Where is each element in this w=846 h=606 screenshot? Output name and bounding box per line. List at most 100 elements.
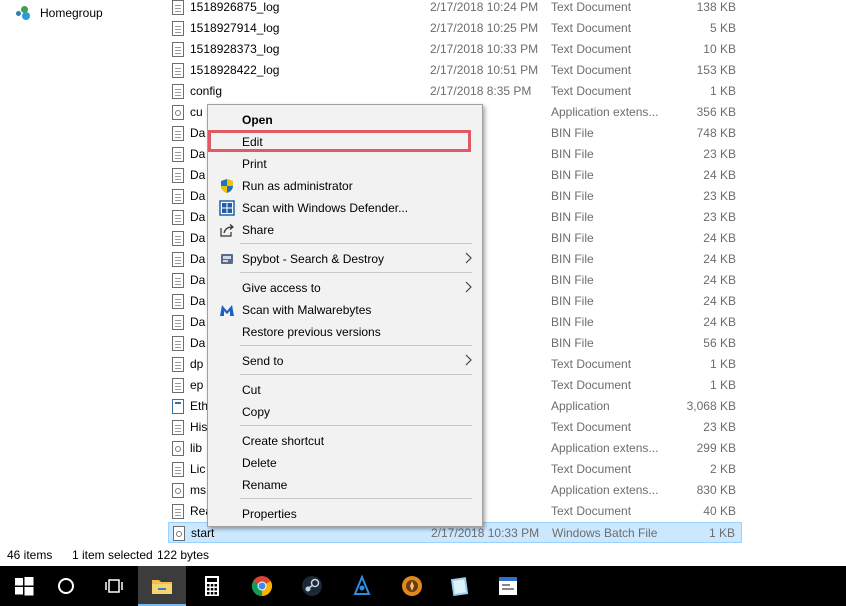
file-size: 2 KB (709, 462, 736, 476)
file-type: BIN File (551, 168, 594, 182)
file-type: BIN File (551, 147, 594, 161)
file-size: 24 KB (703, 315, 736, 329)
menu-item-send-to[interactable]: Send to (210, 350, 480, 371)
file-type: Text Document (551, 462, 632, 476)
file-size: 3,068 KB (686, 399, 736, 413)
menu-item-label: Give access to (242, 281, 321, 295)
chevron-right-icon (464, 251, 474, 265)
taskbar-app-blue[interactable] (338, 566, 386, 606)
menu-item-label: Open (242, 113, 273, 127)
menu-item-run-as-administrator[interactable]: Run as administrator (210, 175, 480, 196)
menu-item-print[interactable]: Print (210, 153, 480, 174)
menu-item-copy[interactable]: Copy (210, 401, 480, 422)
file-date: 2/17/2018 10:33 PM (430, 42, 539, 56)
menu-item-give-access[interactable]: Give access to (210, 277, 480, 298)
file-name: 1518928373_log (190, 42, 280, 56)
file-row[interactable]: 1518926875_log 2/17/2018 10:24 PM Text Doc… (168, 0, 742, 18)
file-icon (172, 189, 184, 204)
menu-item-restore-versions[interactable]: Restore previous versions (210, 321, 480, 342)
text-file-icon (172, 420, 184, 435)
app-icon (172, 399, 184, 414)
file-name: start (191, 526, 215, 540)
taskbar-app-window[interactable] (484, 566, 532, 606)
taskbar-file-explorer[interactable] (138, 566, 186, 606)
file-type: BIN File (551, 231, 594, 245)
file-row[interactable]: 1518927914_log 2/17/2018 10:25 PM Text Doc… (168, 18, 742, 39)
file-size: 24 KB (703, 294, 736, 308)
menu-item-delete[interactable]: Delete (210, 452, 480, 473)
menu-separator (240, 374, 472, 375)
file-icon (172, 252, 184, 267)
file-row[interactable]: config 2/17/2018 8:35 PM Text Document 1 KB (168, 81, 742, 102)
file-row[interactable]: 1518928422_log 2/17/2018 10:51 PM Text Doc… (168, 60, 742, 81)
menu-item-share[interactable]: Share (210, 219, 480, 240)
text-file-icon (172, 84, 184, 99)
taskbar (0, 566, 846, 606)
folder-icon (152, 580, 172, 594)
nav-item-homegroup[interactable]: Homegroup (16, 4, 103, 22)
menu-item-label: Delete (242, 456, 277, 470)
file-icon (172, 231, 184, 246)
file-name: 1518927914_log (190, 21, 280, 35)
file-size: 1 KB (709, 357, 736, 371)
menu-item-scan-malwarebytes[interactable]: Scan with Malwarebytes (210, 299, 480, 320)
file-name: cu (190, 105, 203, 119)
status-selected-count: 1 item selected (72, 548, 153, 562)
file-size: 830 KB (696, 483, 736, 497)
menu-separator (240, 272, 472, 273)
file-date: 2/17/2018 10:25 PM (430, 21, 539, 35)
file-type: Text Document (551, 378, 632, 392)
menu-item-properties[interactable]: Properties (210, 503, 480, 524)
file-name: 1518928422_log (190, 63, 280, 77)
file-icon (172, 126, 184, 141)
file-type: BIN File (551, 252, 594, 266)
file-size: 23 KB (703, 210, 736, 224)
file-name: Da (190, 126, 206, 140)
menu-item-label: Run as administrator (242, 179, 353, 193)
file-icon (172, 168, 184, 183)
search-button[interactable] (42, 566, 90, 606)
menu-item-label: Create shortcut (242, 434, 325, 448)
gear-file-icon (172, 483, 184, 498)
menu-item-label: Copy (242, 405, 271, 419)
file-name: Da (190, 231, 206, 245)
file-name: Da (190, 252, 206, 266)
file-row[interactable]: 1518928373_log 2/17/2018 10:33 PM Text Doc… (168, 39, 742, 60)
share-icon (219, 222, 235, 238)
taskbar-notepad[interactable] (436, 566, 484, 606)
file-size: 24 KB (703, 168, 736, 182)
start-button[interactable] (0, 566, 48, 606)
spybot-icon (219, 251, 235, 267)
file-size: 1 KB (709, 84, 736, 98)
menu-item-cut[interactable]: Cut (210, 379, 480, 400)
file-size: 23 KB (703, 189, 736, 203)
text-file-icon (172, 0, 184, 15)
file-name: ep (190, 378, 204, 392)
file-size: 23 KB (703, 420, 736, 434)
menu-item-create-shortcut[interactable]: Create shortcut (210, 430, 480, 451)
file-type: Application (551, 399, 610, 413)
taskbar-calculator[interactable] (188, 566, 236, 606)
menu-item-open[interactable]: Open (210, 109, 480, 130)
file-type: Text Document (551, 21, 632, 35)
taskbar-chrome[interactable] (238, 566, 286, 606)
menu-separator (240, 345, 472, 346)
uac-shield-icon (219, 178, 235, 194)
taskbar-steam[interactable] (288, 566, 336, 606)
text-file-icon (172, 42, 184, 57)
task-view-button[interactable] (90, 566, 138, 606)
file-name: lib (190, 441, 203, 455)
menu-item-scan-defender[interactable]: Scan with Windows Defender... (210, 197, 480, 218)
file-size: 24 KB (703, 273, 736, 287)
menu-item-label: Properties (242, 507, 297, 521)
file-type: Text Document (551, 63, 632, 77)
file-size: 56 KB (703, 336, 736, 350)
file-size: 356 KB (696, 105, 736, 119)
menu-item-rename[interactable]: Rename (210, 474, 480, 495)
taskbar-app-orange[interactable] (388, 566, 436, 606)
file-size: 10 KB (703, 42, 736, 56)
menu-item-label: Rename (242, 478, 288, 492)
file-size: 153 KB (696, 63, 736, 77)
menu-item-spybot[interactable]: Spybot - Search & Destroy (210, 248, 480, 269)
file-type: BIN File (551, 294, 594, 308)
